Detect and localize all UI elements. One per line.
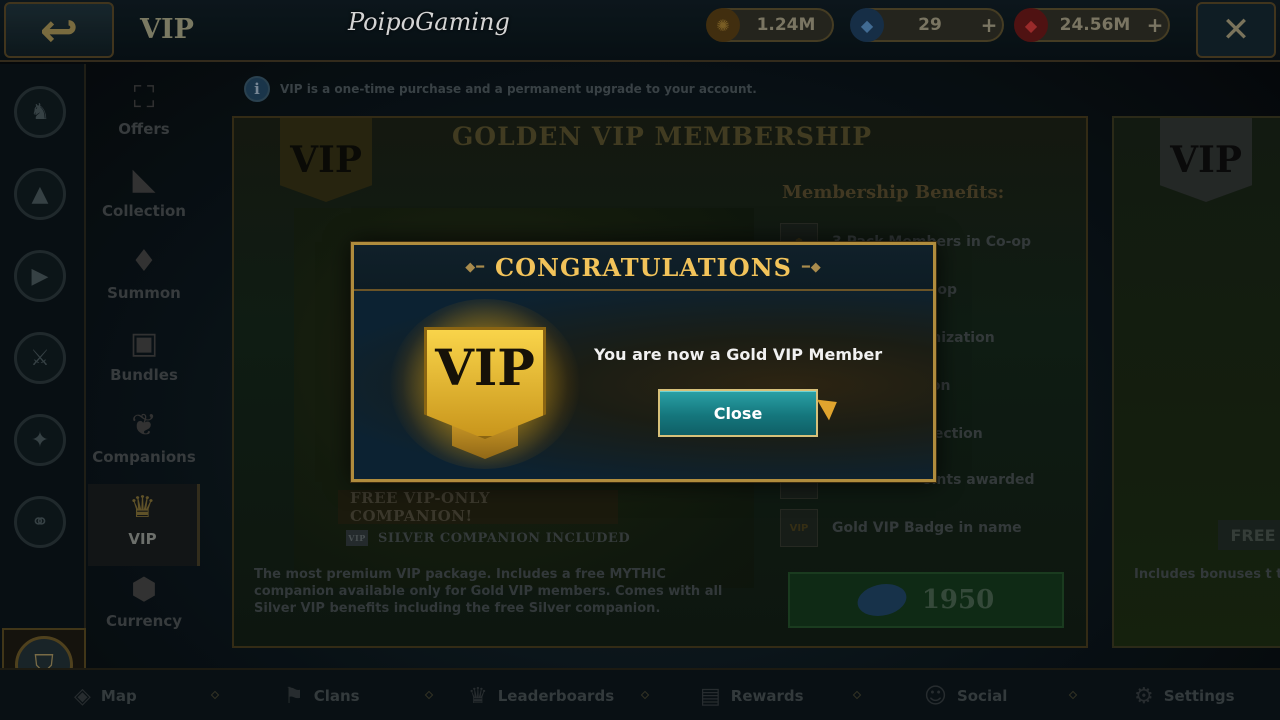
dialog-message: You are now a Gold VIP Member	[594, 345, 883, 364]
ornament-right-icon: ━◆	[801, 259, 822, 275]
dialog-body: VIP You are now a Gold VIP Member Close	[354, 291, 933, 479]
congratulations-dialog: ◆━ CONGRATULATIONS ━◆ VIP You are now a …	[351, 242, 936, 482]
dialog-title: CONGRATULATIONS	[495, 252, 792, 282]
ornament-left-icon: ◆━	[465, 259, 486, 275]
close-button[interactable]: Close	[658, 389, 818, 437]
gold-vip-badge-text: VIP	[435, 338, 535, 397]
dialog-header: ◆━ CONGRATULATIONS ━◆	[354, 245, 933, 291]
